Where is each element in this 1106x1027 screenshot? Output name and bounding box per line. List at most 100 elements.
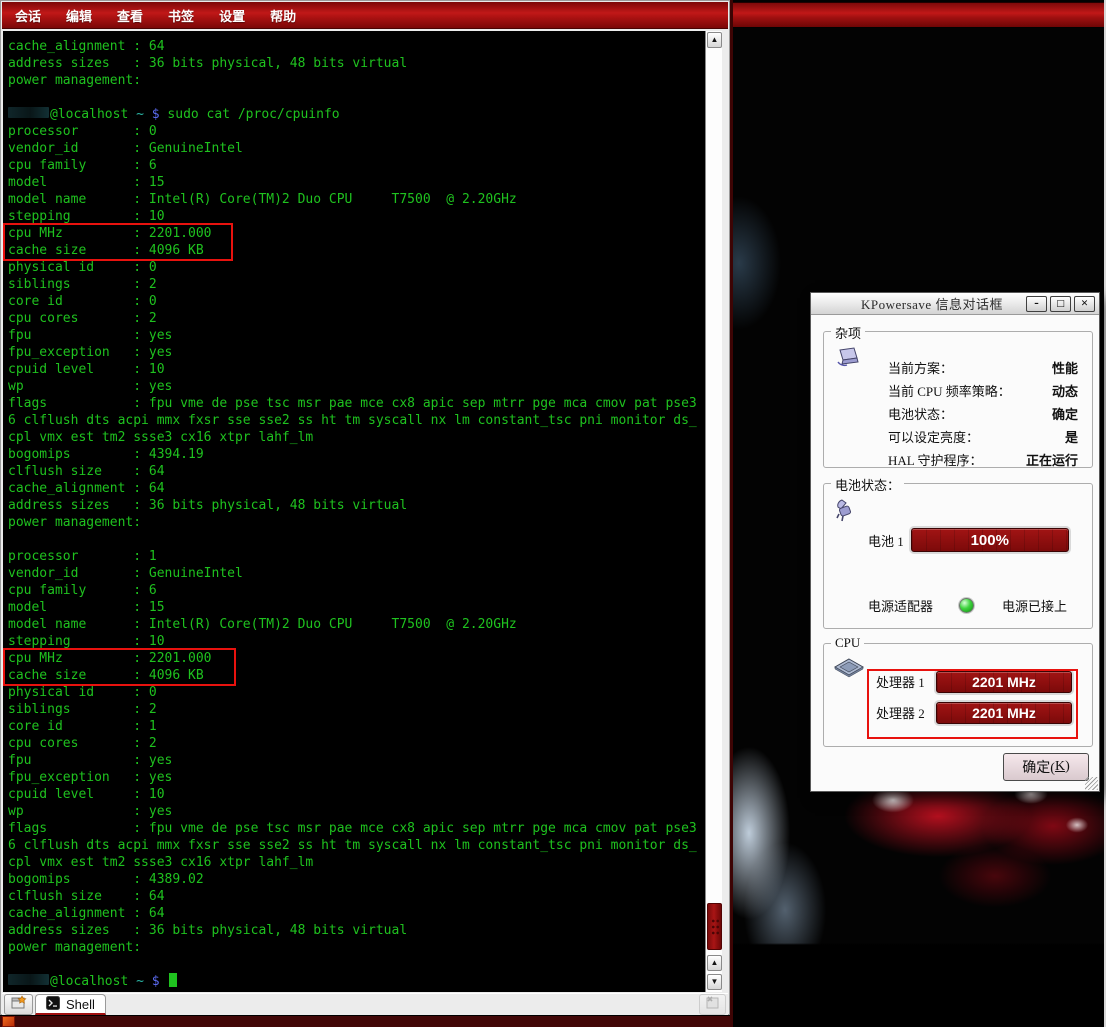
- terminal-line: power management:: [8, 939, 705, 956]
- terminal-line: wp : yes: [8, 803, 705, 820]
- close-session-button[interactable]: [699, 994, 726, 1015]
- terminal-line: model : 15: [8, 599, 705, 616]
- terminal-line: stepping : 10: [8, 208, 705, 225]
- scrollbar-thumb[interactable]: [707, 903, 722, 950]
- adapter-label: 电源适配器: [868, 596, 933, 615]
- bottom-left-badge: [2, 1016, 15, 1027]
- menu-item[interactable]: 设置: [219, 6, 245, 25]
- terminal-cursor: [169, 973, 177, 987]
- terminal-line: [8, 531, 705, 548]
- terminal-line: flags : fpu vme de pse tsc msr pae mce c…: [8, 395, 705, 412]
- battery-group-title: 电池状态：: [831, 475, 904, 494]
- terminal-line: power management:: [8, 514, 705, 531]
- menu-item[interactable]: 编辑: [66, 6, 92, 25]
- terminal-line: cpuid level : 10: [8, 361, 705, 378]
- terminal-line: 6 clflush dts acpi mmx fxsr sse sse2 ss …: [8, 837, 705, 854]
- cpu-frequency-bar: 2201 MHz: [936, 702, 1072, 724]
- ok-button[interactable]: 确定(K): [1003, 753, 1089, 781]
- cpu-row: 处理器 12201 MHz: [876, 666, 1072, 697]
- terminal-line: vendor_id : GenuineIntel: [8, 140, 705, 157]
- terminal-scrollbar[interactable]: ▲ ▲ ▼: [705, 31, 722, 992]
- menu-item[interactable]: 会话: [15, 6, 41, 25]
- terminal-line: cpl vmx est tm2 ssse3 cx16 xtpr lahf_lm: [8, 854, 705, 871]
- terminal-line: cpu MHz : 2201.000: [8, 650, 705, 667]
- terminal-line: siblings : 2: [8, 276, 705, 293]
- maximize-button[interactable]: □: [1050, 296, 1071, 312]
- battery-label: 电池 1: [868, 531, 904, 550]
- misc-rows: 当前方案：性能当前 CPU 频率策略：动态电池状态：确定可以设定亮度：是HAL …: [888, 356, 1078, 471]
- background-red-bar: [733, 2, 1104, 27]
- terminal-line: address sizes : 36 bits physical, 48 bit…: [8, 55, 705, 72]
- terminal-line: address sizes : 36 bits physical, 48 bit…: [8, 497, 705, 514]
- battery-progressbar: 100%: [911, 528, 1069, 552]
- terminal-line: stepping : 10: [8, 633, 705, 650]
- info-row: HAL 守护程序：正在运行: [888, 448, 1078, 471]
- battery-group: 电池状态： 电池 1 100% 电源适配器 电源已接上: [823, 483, 1093, 629]
- terminal-line: core id : 1: [8, 718, 705, 735]
- scroll-up-icon[interactable]: ▲: [707, 32, 722, 48]
- tab-bar: Shell: [2, 993, 728, 1015]
- info-row: 可以设定亮度： 是: [888, 425, 1078, 448]
- dialog-title: KPowersave 信息对话框: [861, 294, 1003, 313]
- terminal-line: flags : fpu vme de pse tsc msr pae mce c…: [8, 820, 705, 837]
- scroll-up-icon[interactable]: ▲: [707, 955, 722, 971]
- menu-item[interactable]: 书签: [168, 6, 194, 25]
- power-plug-icon: [834, 498, 858, 531]
- menu-item[interactable]: 查看: [117, 6, 143, 25]
- info-row-label: 当前 CPU 频率策略：: [888, 381, 1011, 400]
- minimize-button[interactable]: –: [1026, 296, 1047, 312]
- info-row-value: 是: [1065, 427, 1078, 446]
- info-row-value: 正在运行: [1026, 450, 1078, 469]
- terminal-line: @localhost ~ $ sudo cat /proc/cpuinfo: [8, 106, 705, 123]
- info-row-value: 确定: [1052, 404, 1078, 423]
- terminal-line: bogomips : 4394.19: [8, 446, 705, 463]
- terminal-line: cpu MHz : 2201.000: [8, 225, 705, 242]
- green-led-icon: [959, 598, 974, 613]
- misc-group-title: 杂项: [831, 323, 865, 342]
- terminal-line: physical id : 0: [8, 684, 705, 701]
- info-row: 当前方案：性能: [888, 356, 1078, 379]
- terminal-line: cache_alignment : 64: [8, 905, 705, 922]
- adapter-row: 电源适配器 电源已接上: [868, 596, 1067, 615]
- minimize-icon: –: [1034, 299, 1039, 309]
- terminal-line: physical id : 0: [8, 259, 705, 276]
- info-row: 当前 CPU 频率策略：动态: [888, 379, 1078, 402]
- adapter-status: 电源已接上: [1002, 596, 1067, 615]
- terminal-line: cache_alignment : 64: [8, 480, 705, 497]
- terminal-line: fpu_exception : yes: [8, 769, 705, 786]
- terminal-line: vendor_id : GenuineIntel: [8, 565, 705, 582]
- battery-row: 电池 1 100%: [868, 528, 1069, 552]
- terminal-line: cpuid level : 10: [8, 786, 705, 803]
- tab-shell[interactable]: Shell: [35, 994, 106, 1015]
- terminal-line: model name : Intel(R) Core(TM)2 Duo CPU …: [8, 191, 705, 208]
- close-button[interactable]: ✕: [1074, 296, 1095, 312]
- redacted-username: [8, 107, 49, 118]
- terminal-line: cpl vmx est tm2 ssse3 cx16 xtpr lahf_lm: [8, 429, 705, 446]
- terminal-window: 会话编辑查看书签设置帮助 cache_alignment : 64address…: [0, 0, 730, 1015]
- terminal-line: cache size : 4096 KB: [8, 667, 705, 684]
- terminal-line: cpu family : 6: [8, 582, 705, 599]
- close-session-icon: [705, 996, 720, 1014]
- terminal-line: processor : 1: [8, 548, 705, 565]
- terminal-line: core id : 0: [8, 293, 705, 310]
- dialog-window-buttons: – □ ✕: [1026, 296, 1095, 312]
- terminal-line: wp : yes: [8, 378, 705, 395]
- terminal-line: cpu cores : 2: [8, 310, 705, 327]
- laptop-icon: [834, 346, 862, 375]
- cpu-rows: 处理器 12201 MHz处理器 22201 MHz: [876, 666, 1072, 728]
- terminal-line: clflush size : 64: [8, 463, 705, 480]
- scroll-down-icon[interactable]: ▼: [707, 974, 722, 990]
- info-row-label: 可以设定亮度：: [888, 427, 979, 446]
- terminal-view[interactable]: cache_alignment : 64address sizes : 36 b…: [3, 31, 722, 992]
- terminal-line: siblings : 2: [8, 701, 705, 718]
- terminal-output: cache_alignment : 64address sizes : 36 b…: [8, 38, 705, 992]
- terminal-line: cache size : 4096 KB: [8, 242, 705, 259]
- resize-grip[interactable]: [1085, 777, 1098, 790]
- terminal-line: [8, 956, 705, 973]
- new-session-button[interactable]: [4, 994, 33, 1015]
- maximize-icon: □: [1056, 299, 1065, 309]
- menu-item[interactable]: 帮助: [270, 6, 296, 25]
- terminal-line: fpu_exception : yes: [8, 344, 705, 361]
- terminal-line: @localhost ~ $: [8, 973, 705, 990]
- terminal-line: bogomips : 4389.02: [8, 871, 705, 888]
